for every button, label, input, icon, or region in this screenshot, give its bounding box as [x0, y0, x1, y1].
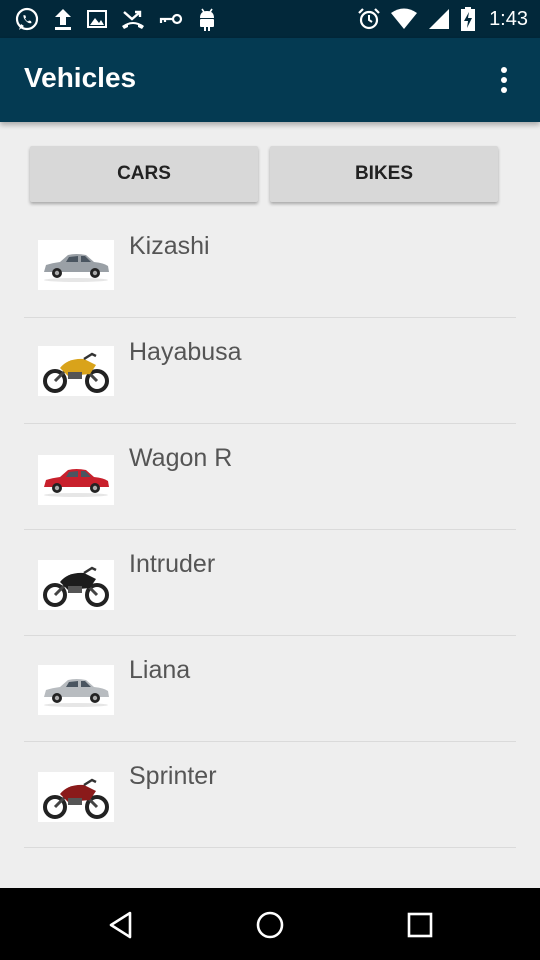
notification-icons [14, 6, 218, 32]
missed-call-icon [122, 10, 144, 29]
upload-icon [55, 9, 71, 30]
battery-charging-icon [461, 7, 476, 31]
more-options-button[interactable] [492, 64, 516, 96]
list-item[interactable]: Wagon R [24, 424, 516, 530]
list-item[interactable]: Kizashi [24, 212, 516, 318]
list-item[interactable]: Intruder [24, 530, 516, 636]
signal-icon [429, 9, 450, 29]
vehicle-name: Intruder [129, 550, 216, 578]
recents-icon[interactable] [405, 910, 435, 940]
page-title: Vehicles [24, 62, 137, 93]
car-thumbnail-image [38, 665, 114, 715]
vehicle-name: Liana [129, 656, 191, 684]
bike-thumbnail-image [38, 772, 114, 822]
wifi-icon [391, 8, 418, 29]
alarm-icon [358, 8, 380, 30]
list-item[interactable]: Hayabusa [24, 318, 516, 424]
vehicle-name: Kizashi [129, 232, 210, 260]
status-bar: 1:43 [0, 0, 540, 38]
list-item[interactable]: Sprinter [24, 742, 516, 848]
car-thumbnail-image [38, 455, 114, 505]
system-icons: 1:43 [357, 6, 528, 32]
bikes-button[interactable]: BIKES [270, 146, 498, 202]
back-icon[interactable] [106, 910, 136, 940]
clock: 1:43 [489, 7, 528, 30]
app-bar: Vehicles [0, 38, 540, 122]
android-debug-icon [200, 8, 214, 31]
home-icon[interactable] [255, 910, 285, 940]
key-icon [159, 13, 183, 25]
image-icon [87, 10, 107, 28]
vehicle-list: Kizashi Hayabusa Wagon R Intruder Liana Sprin… [24, 212, 516, 848]
vehicle-name: Hayabusa [129, 338, 242, 366]
list-item[interactable]: Liana [24, 636, 516, 742]
navigation-bar [0, 888, 540, 960]
vehicle-name: Sprinter [129, 762, 217, 790]
bike-thumbnail-image [38, 560, 114, 610]
vehicle-name: Wagon R [129, 444, 233, 472]
cars-button[interactable]: CARS [30, 146, 258, 202]
more-vert-icon [501, 67, 507, 73]
car-thumbnail-image [38, 240, 114, 290]
bike-thumbnail-image [38, 346, 114, 396]
whatsapp-icon [15, 7, 39, 31]
